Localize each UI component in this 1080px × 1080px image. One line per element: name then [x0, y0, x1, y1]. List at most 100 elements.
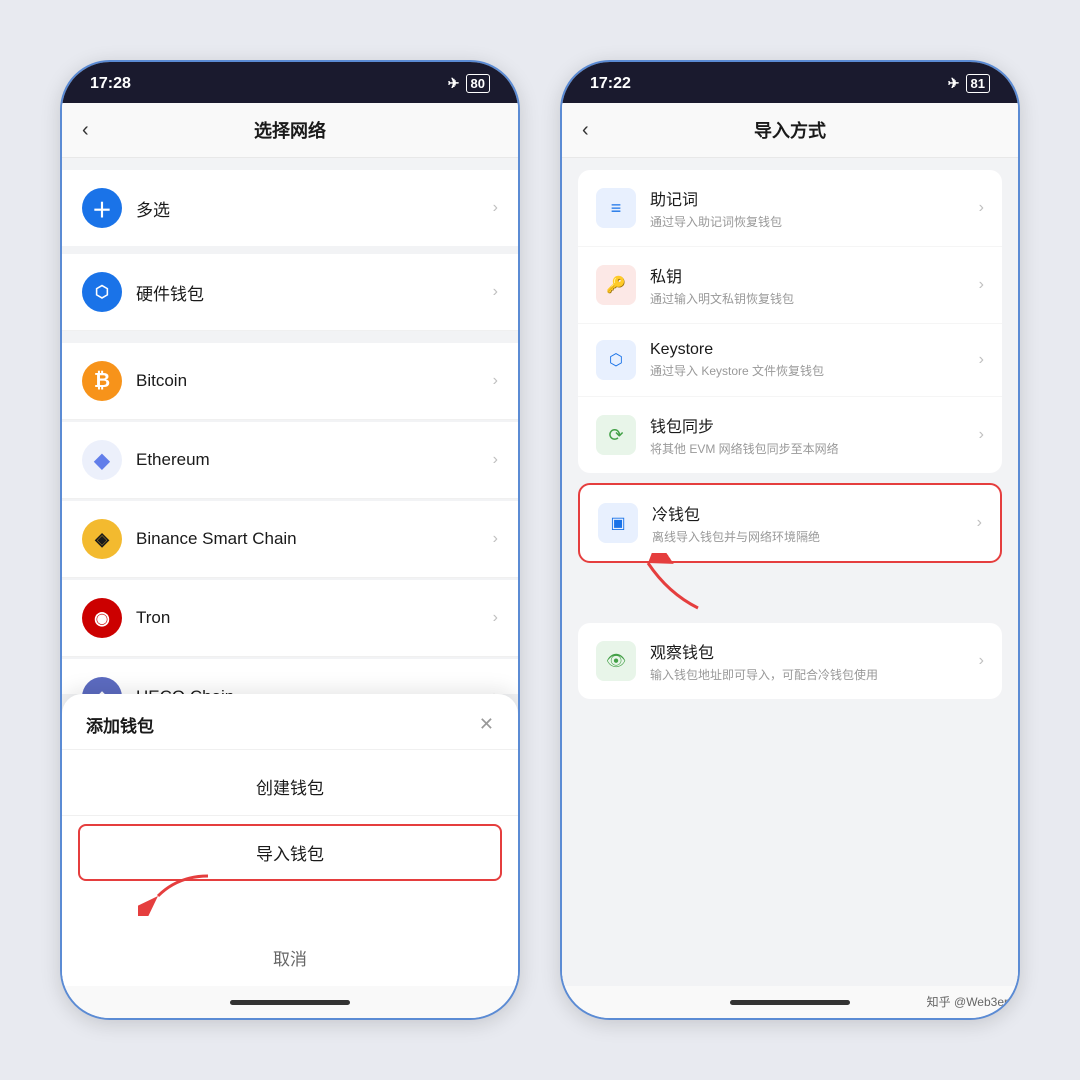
walletsync-chevron: ›	[979, 426, 984, 444]
network-item-ethereum[interactable]: ◆ Ethereum ›	[62, 422, 518, 499]
coldwallet-icon: ▣	[598, 503, 638, 543]
left-nav-bar: ‹ 选择网络	[62, 103, 518, 158]
import-observewallet-item[interactable]: 👁 观察钱包 输入钱包地址即可导入，可配合冷钱包使用 ›	[578, 623, 1002, 699]
left-battery: 80	[466, 74, 490, 93]
coldwallet-desc: 离线导入钱包并与网络环境隔绝	[652, 528, 963, 545]
create-wallet-button[interactable]: 创建钱包	[62, 758, 518, 816]
network-list: ＋ 多选 › ⬡ 硬件钱包 › ₿ Bitcoin › ◆ Ethereum ›	[62, 158, 518, 694]
cancel-button[interactable]: 取消	[62, 929, 518, 986]
import-coldwallet-item[interactable]: ▣ 冷钱包 离线导入钱包并与网络环境隔绝 ›	[580, 485, 1000, 561]
network-item-hardware[interactable]: ⬡ 硬件钱包 ›	[62, 254, 518, 331]
import-arrow-annotation	[138, 866, 218, 921]
privatekey-desc: 通过输入明文私钥恢复钱包	[650, 290, 965, 307]
import-wallet-container: 导入钱包	[78, 824, 502, 881]
right-home-bar	[730, 1000, 850, 1005]
import-card-coldwallet: ▣ 冷钱包 离线导入钱包并与网络环境隔绝 ›	[578, 483, 1002, 563]
bitcoin-chevron: ›	[493, 372, 498, 390]
import-methods-list: ≡ 助记词 通过导入助记词恢复钱包 › 🔑 私钥 通过输入明文私钥恢复钱包 ›	[562, 158, 1018, 986]
keystore-title: Keystore	[650, 341, 965, 359]
coldwallet-title: 冷钱包	[652, 501, 963, 525]
ethereum-icon: ◆	[82, 440, 122, 480]
left-status-right: ✈ 80	[448, 74, 490, 93]
multiselect-label: 多选	[136, 196, 479, 221]
mnemonic-text: 助记词 通过导入助记词恢复钱包	[650, 186, 965, 230]
hardware-icon: ⬡	[82, 272, 122, 312]
airplane-icon: ✈	[448, 75, 460, 92]
tron-icon: ◉	[82, 598, 122, 638]
observewallet-icon: 👁	[596, 641, 636, 681]
import-keystore-item[interactable]: ⬡ Keystore 通过导入 Keystore 文件恢复钱包 ›	[578, 324, 1002, 397]
multiselect-icon: ＋	[82, 188, 122, 228]
sheet-title: 添加钱包	[86, 712, 154, 737]
keystore-text: Keystore 通过导入 Keystore 文件恢复钱包	[650, 341, 965, 379]
mnemonic-desc: 通过导入助记词恢复钱包	[650, 213, 965, 230]
heco-icon: ◆	[82, 677, 122, 694]
import-card-observewallet: 👁 观察钱包 输入钱包地址即可导入，可配合冷钱包使用 ›	[578, 623, 1002, 699]
bitcoin-label: Bitcoin	[136, 371, 479, 391]
import-privatekey-item[interactable]: 🔑 私钥 通过输入明文私钥恢复钱包 ›	[578, 247, 1002, 324]
tron-label: Tron	[136, 608, 479, 628]
mnemonic-icon: ≡	[596, 188, 636, 228]
bitcoin-icon: ₿	[82, 361, 122, 401]
left-phone: 17:28 ✈ 80 ‹ 选择网络 ＋ 多选 › ⬡ 硬件钱包 ›	[60, 60, 520, 1020]
bsc-icon: ◈	[82, 519, 122, 559]
multiselect-chevron: ›	[493, 199, 498, 217]
walletsync-text: 钱包同步 将其他 EVM 网络钱包同步至本网络	[650, 413, 965, 457]
network-item-bitcoin[interactable]: ₿ Bitcoin ›	[62, 343, 518, 420]
right-screen: ‹ 导入方式 ≡ 助记词 通过导入助记词恢复钱包 › 🔑	[562, 103, 1018, 986]
keystore-desc: 通过导入 Keystore 文件恢复钱包	[650, 362, 965, 379]
ethereum-chevron: ›	[493, 451, 498, 469]
right-battery: 81	[966, 74, 990, 93]
sheet-header: 添加钱包 ✕	[62, 694, 518, 750]
add-wallet-sheet: 添加钱包 ✕ 创建钱包 导入钱包	[62, 694, 518, 986]
left-screen: ‹ 选择网络 ＋ 多选 › ⬡ 硬件钱包 › ₿ Bitcoin ›	[62, 103, 518, 986]
keystore-icon: ⬡	[596, 340, 636, 380]
privatekey-text: 私钥 通过输入明文私钥恢复钱包	[650, 263, 965, 307]
privatekey-icon: 🔑	[596, 265, 636, 305]
tron-chevron: ›	[493, 609, 498, 627]
keystore-chevron: ›	[979, 351, 984, 369]
right-page-title: 导入方式	[754, 117, 826, 143]
watermark: 知乎 @Web3er	[927, 993, 1008, 1010]
walletsync-title: 钱包同步	[650, 413, 965, 437]
ethereum-label: Ethereum	[136, 450, 479, 470]
left-back-button[interactable]: ‹	[82, 119, 89, 142]
coldwallet-wrapper: ▣ 冷钱包 离线导入钱包并与网络环境隔绝 ›	[578, 483, 1002, 563]
walletsync-icon: ⟳	[596, 415, 636, 455]
right-time: 17:22	[590, 75, 631, 93]
import-mnemonic-item[interactable]: ≡ 助记词 通过导入助记词恢复钱包 ›	[578, 170, 1002, 247]
right-airplane-icon: ✈	[948, 75, 960, 92]
hardware-label: 硬件钱包	[136, 280, 479, 305]
privatekey-chevron: ›	[979, 276, 984, 294]
mnemonic-title: 助记词	[650, 186, 965, 210]
bsc-chevron: ›	[493, 530, 498, 548]
left-home-bar	[230, 1000, 350, 1005]
heco-label: HECO Chain	[136, 687, 479, 694]
mnemonic-chevron: ›	[979, 199, 984, 217]
right-phone: 17:22 ✈ 81 ‹ 导入方式 ≡ 助记词 通过导入助记词恢复钱包	[560, 60, 1020, 1020]
right-nav-bar: ‹ 导入方式	[562, 103, 1018, 158]
network-item-bsc[interactable]: ◈ Binance Smart Chain ›	[62, 501, 518, 578]
observewallet-chevron: ›	[979, 652, 984, 670]
observewallet-desc: 输入钱包地址即可导入，可配合冷钱包使用	[650, 666, 965, 683]
coldwallet-arrow-annotation	[618, 553, 718, 618]
left-status-bar: 17:28 ✈ 80	[62, 62, 518, 103]
coldwallet-text: 冷钱包 离线导入钱包并与网络环境隔绝	[652, 501, 963, 545]
hardware-chevron: ›	[493, 283, 498, 301]
sheet-options: 创建钱包 导入钱包	[62, 750, 518, 986]
walletsync-desc: 将其他 EVM 网络钱包同步至本网络	[650, 440, 965, 457]
network-item-tron[interactable]: ◉ Tron ›	[62, 580, 518, 657]
import-walletsync-item[interactable]: ⟳ 钱包同步 将其他 EVM 网络钱包同步至本网络 ›	[578, 397, 1002, 473]
observewallet-title: 观察钱包	[650, 639, 965, 663]
network-item-heco[interactable]: ◆ HECO Chain ›	[62, 659, 518, 694]
sheet-close-button[interactable]: ✕	[479, 714, 494, 735]
left-home-indicator	[62, 986, 518, 1018]
right-status-right: ✈ 81	[948, 74, 990, 93]
network-item-multiselect[interactable]: ＋ 多选 ›	[62, 170, 518, 246]
right-status-bar: 17:22 ✈ 81	[562, 62, 1018, 103]
bsc-label: Binance Smart Chain	[136, 529, 479, 549]
import-card-group1: ≡ 助记词 通过导入助记词恢复钱包 › 🔑 私钥 通过输入明文私钥恢复钱包 ›	[578, 170, 1002, 473]
privatekey-title: 私钥	[650, 263, 965, 287]
left-time: 17:28	[90, 75, 131, 93]
right-back-button[interactable]: ‹	[582, 119, 589, 142]
